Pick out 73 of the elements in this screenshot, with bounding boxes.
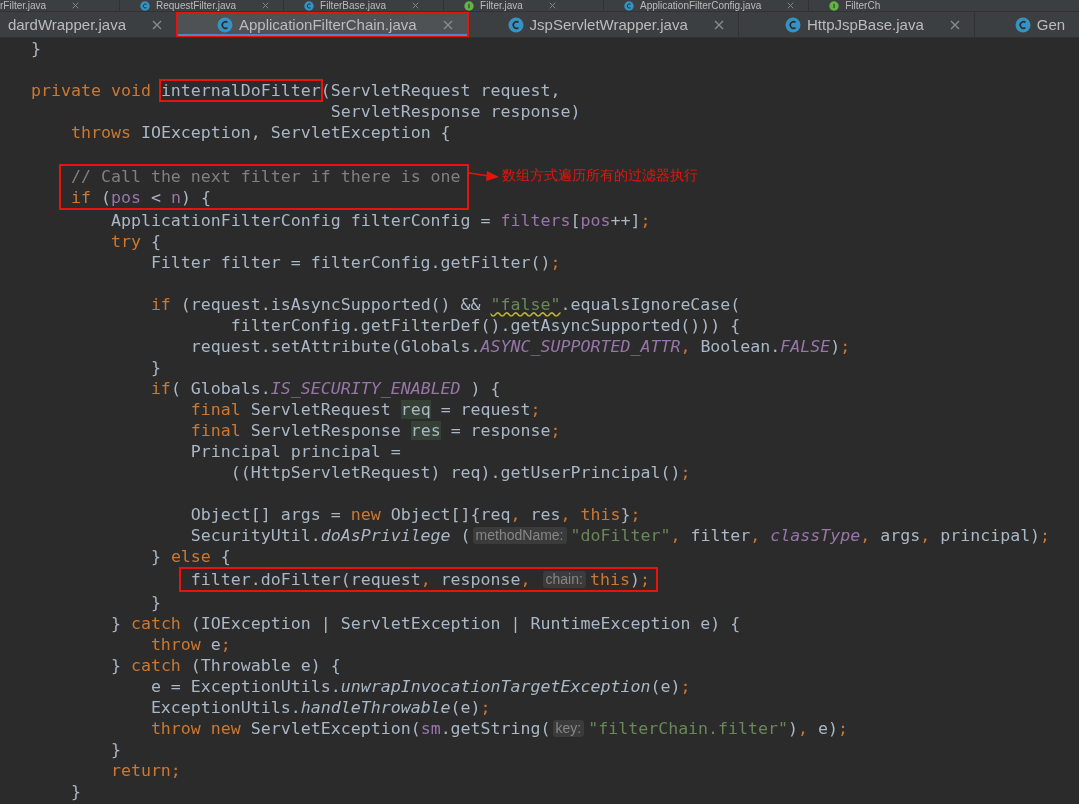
code-comment: // Call the next filter if there is one xyxy=(70,166,461,187)
annotation-note: 数组方式遍历所有的过滤器执行 xyxy=(501,166,698,185)
class-file-icon xyxy=(1014,16,1031,33)
tab-label[interactable]: FilterCh xyxy=(845,0,881,11)
code-text: } xyxy=(109,739,121,760)
tab-label[interactable]: ApplicationFilterConfig.java xyxy=(640,0,782,11)
code-text: ServletResponse response) xyxy=(329,101,581,122)
code-text: } xyxy=(31,38,41,59)
tab-label[interactable]: rFilter.java xyxy=(0,0,67,11)
code-text: request.setAttribute(Globals.ASYNC_SUPPORTED_ATTR, Boolean.FALSE); xyxy=(189,336,851,357)
close-icon[interactable] xyxy=(152,19,162,30)
class-file-icon xyxy=(785,16,801,33)
close-icon[interactable] xyxy=(412,2,420,9)
parameter-hint: chain: xyxy=(542,571,586,588)
parameter-hint: methodName: xyxy=(472,527,567,544)
close-icon[interactable] xyxy=(713,19,724,30)
code-text: final ServletResponse res = response; xyxy=(189,420,561,441)
code-text: filter.doFilter(request, response, xyxy=(190,569,532,590)
code-text: } else { xyxy=(149,546,231,567)
tab-label[interactable]: RequestFilter.java xyxy=(156,0,257,11)
editor-tab[interactable]: HttpJspBase.java xyxy=(738,12,975,37)
tab-label[interactable]: Gen xyxy=(1036,16,1066,33)
editor-tab[interactable]: RequestFilter.java xyxy=(120,0,285,11)
code-text: return; xyxy=(109,760,181,781)
tab-label[interactable]: ApplicationFilterChain.java xyxy=(239,16,437,33)
close-icon[interactable] xyxy=(442,19,453,30)
code-text: } catch (Throwable e) { xyxy=(109,655,341,676)
code-text: } xyxy=(69,781,81,802)
code-text: } catch (IOException | ServletException | RuntimeException e) { xyxy=(109,613,741,634)
tab-label[interactable]: Filter.java xyxy=(480,0,543,11)
tab-label[interactable]: HttpJspBase.java xyxy=(807,16,944,33)
code-text: "doFilter", filter, classType, args, principal); xyxy=(570,525,1051,546)
code-text: if (pos < n) { xyxy=(70,187,211,208)
editor-tab[interactable]: FilterBase.java xyxy=(284,0,445,11)
code-text: "filterChain.filter"), e); xyxy=(588,718,848,739)
code-text: Filter filter = filterConfig.getFilter(); xyxy=(149,252,561,273)
code-text: throws IOException, ServletException { xyxy=(69,122,451,143)
code-text: Object[] args = new Object[]{req, res, this}; xyxy=(189,504,641,525)
tab-label[interactable]: JspServletWrapper.java xyxy=(529,16,708,33)
editor-tab[interactable]: FilterCh xyxy=(809,0,895,11)
editor-tab[interactable]: Filter.java xyxy=(444,0,605,11)
code-text: ApplicationFilterConfig filterConfig = filters[pos++]; xyxy=(109,210,651,231)
editor-tab[interactable]: rFilter.java xyxy=(0,0,120,11)
editor-tab[interactable]: JspServletWrapper.java xyxy=(467,12,739,37)
code-text: Principal principal = xyxy=(189,441,401,462)
tab-label[interactable]: FilterBase.java xyxy=(320,0,407,11)
editor-tab[interactable]: Gen xyxy=(974,12,1079,37)
code-text: e = ExceptionUtils.unwrapInvocationTargetException(e); xyxy=(149,676,691,697)
code-text: if (request.isAsyncSupported() && "false".equalsIgnoreCase( xyxy=(149,294,741,315)
code-text: ExceptionUtils.handleThrowable(e); xyxy=(149,697,491,718)
code-text: ((HttpServletRequest) req).getUserPrincipal(); xyxy=(229,462,691,483)
close-icon[interactable] xyxy=(262,2,270,9)
class-file-icon xyxy=(217,16,233,33)
editor-tab[interactable]: ApplicationFilterConfig.java xyxy=(604,0,810,11)
code-text: throw new ServletException(sm.getString( xyxy=(149,718,551,739)
editor-tab[interactable]: ApplicationFilterChain.java xyxy=(177,12,468,37)
close-icon[interactable] xyxy=(72,2,80,9)
code-text: SecurityUtil.doAsPrivilege ( xyxy=(189,525,471,546)
code-text: if( Globals.IS_SECURITY_ENABLED ) { xyxy=(149,378,501,399)
code-text: } xyxy=(149,357,161,378)
class-file-icon xyxy=(507,16,524,33)
code-text: private void internalDoFilter(ServletRequest request, xyxy=(31,80,561,101)
code-text: final ServletRequest req = request; xyxy=(189,399,541,420)
close-icon[interactable] xyxy=(787,2,795,9)
tab-label[interactable]: dardWrapper.java xyxy=(7,16,146,33)
code-text: } xyxy=(149,592,161,613)
code-text: filterConfig.getFilterDef().getAsyncSupported())) { xyxy=(229,315,741,336)
parameter-hint: key: xyxy=(552,720,585,737)
code-text: try { xyxy=(109,231,161,252)
code-text: this); xyxy=(589,569,650,590)
close-icon[interactable] xyxy=(949,19,960,30)
close-icon[interactable] xyxy=(548,2,556,9)
code-text: throw e; xyxy=(149,634,231,655)
